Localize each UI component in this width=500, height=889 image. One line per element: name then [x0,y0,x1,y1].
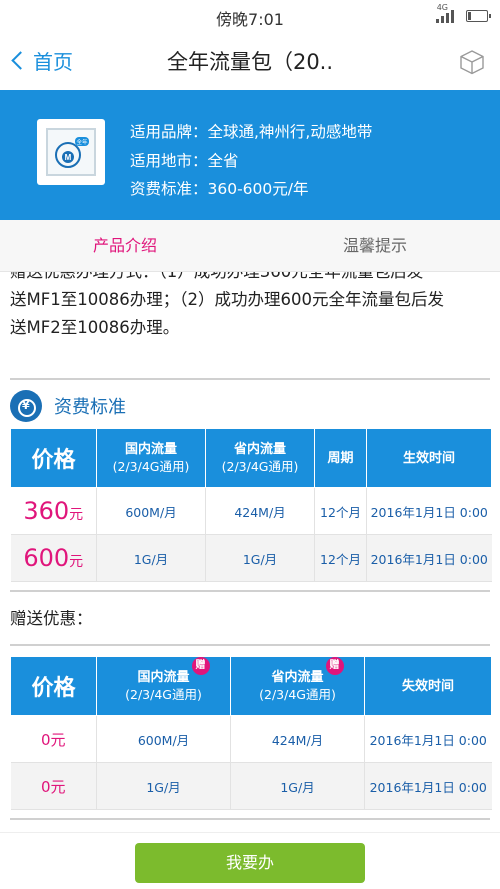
fee-section-title: 资费标准 [54,397,126,418]
tab-tips[interactable]: 温馨提示 [250,220,500,272]
money-icon [10,390,42,422]
price-cell: 360元 [10,487,97,535]
product-brand: 适用品牌：全球通,神州行,动感地带 [130,123,373,141]
back-label: 首页 [33,50,73,74]
price-cell: 0元 [10,762,97,810]
product-logo-badge: 全年 [76,138,88,146]
domestic-cell: 1G/月 [96,762,231,810]
expire-cell: 2016年1月1日 0:00 [364,715,492,763]
intro-line: 送MF1至10086办理；（2）成功办理600元全年流量包后发 [10,290,444,309]
intro-line: 赠送优惠办理方式：（1）成功办理360元全年流量包后发 [10,272,492,286]
col-price: 价格 [10,428,97,488]
product-logo-icon: M 全年 [55,137,89,168]
status-bar: 傍晚7:01 4G [0,0,500,32]
back-button[interactable]: 首页 [10,46,73,75]
fee-section-header: 资费标准 [10,388,126,424]
col-provincial: 省内流量 (2/3/4G通用) [205,428,315,488]
nav-bar: 首页 全年流量包（20.. [0,32,500,90]
provincial-cell: 1G/月 [205,534,315,582]
tab-product-intro[interactable]: 产品介绍 [0,220,250,272]
domestic-cell: 1G/月 [96,534,206,582]
product-city: 适用地市：全省 [130,151,239,170]
page: 傍晚7:01 4G 首页 全年流量包（20.. M 全年 适用品牌：全球通,神州… [0,0,500,889]
intro-text: 赠送优惠办理方式：（1）成功办理360元全年流量包后发 送MF1至10086办理… [10,272,492,342]
product-logo-letter: M [65,153,72,162]
price-cell: 600元 [10,534,97,582]
product-icon: M 全年 [37,119,105,185]
period-cell: 12个月 [314,487,367,535]
page-title: 全年流量包（20.. [166,50,334,74]
product-fee: 资费标准：360-600元/年 [130,180,309,198]
tab-bar: 产品介绍 温馨提示 [0,220,500,272]
provincial-cell: 424M/月 [205,487,315,535]
col-effective: 生效时间 [366,428,492,488]
signal-icon [436,9,456,23]
table-row: 600元 1G/月 1G/月 12个月 2016年1月1日 0:00 [10,534,492,582]
table-row: 0元 600M/月 424M/月 2016年1月1日 0:00 [10,715,492,763]
fee-table-header: 价格 国内流量 (2/3/4G通用) 省内流量 (2/3/4G通用) 周期 生效时间 [10,428,492,488]
domestic-cell: 600M/月 [96,487,206,535]
expire-cell: 2016年1月1日 0:00 [364,762,492,810]
fee-table: 价格 国内流量 (2/3/4G通用) 省内流量 (2/3/4G通用) 周期 生效时间… [10,428,492,582]
apply-button[interactable]: 我要办 [135,843,365,883]
col-price: 价格 [10,656,97,716]
gift-table: 价格 国内流量赠 (2/3/4G通用) 省内流量赠 (2/3/4G通用) 失效时间 … [10,656,492,810]
table-row: 360元 600M/月 424M/月 12个月 2016年1月1日 0:00 [10,487,492,535]
product-info: 适用品牌：全球通,神州行,动感地带 适用地市：全省 资费标准：360-600元/… [130,118,372,204]
product-header: M 全年 适用品牌：全球通,神州行,动感地带 适用地市：全省 资费标准：360-… [0,90,500,220]
gift-table-header: 价格 国内流量赠 (2/3/4G通用) 省内流量赠 (2/3/4G通用) 失效时间 [10,656,492,716]
price-cell: 0元 [10,715,97,763]
col-provincial: 省内流量赠 (2/3/4G通用) [230,656,365,716]
content-area[interactable]: 赠送优惠办理方式：（1）成功办理360元全年流量包后发 送MF1至10086办理… [0,272,500,832]
col-domestic: 国内流量赠 (2/3/4G通用) [96,656,231,716]
col-expire: 失效时间 [364,656,492,716]
domestic-cell: 600M/月 [96,715,231,763]
cube-icon[interactable] [458,48,486,76]
chevron-left-icon [11,51,30,70]
col-domestic: 国内流量 (2/3/4G通用) [96,428,206,488]
effective-cell: 2016年1月1日 0:00 [366,534,492,582]
bottom-bar: 我要办 [0,832,500,889]
battery-icon [466,10,491,22]
col-period: 周期 [314,428,367,488]
gift-section-title: 赠送优惠： [10,609,93,628]
gift-badge-icon: 赠 [325,657,344,675]
status-time: 傍晚7:01 [216,10,284,29]
table-row: 0元 1G/月 1G/月 2016年1月1日 0:00 [10,762,492,810]
provincial-cell: 1G/月 [230,762,365,810]
period-cell: 12个月 [314,534,367,582]
divider [10,818,490,820]
divider [10,378,490,380]
effective-cell: 2016年1月1日 0:00 [366,487,492,535]
divider [10,644,490,646]
provincial-cell: 424M/月 [230,715,365,763]
divider [10,590,490,592]
intro-line: 送MF2至10086办理。 [10,318,180,337]
gift-badge-icon: 赠 [191,657,210,675]
